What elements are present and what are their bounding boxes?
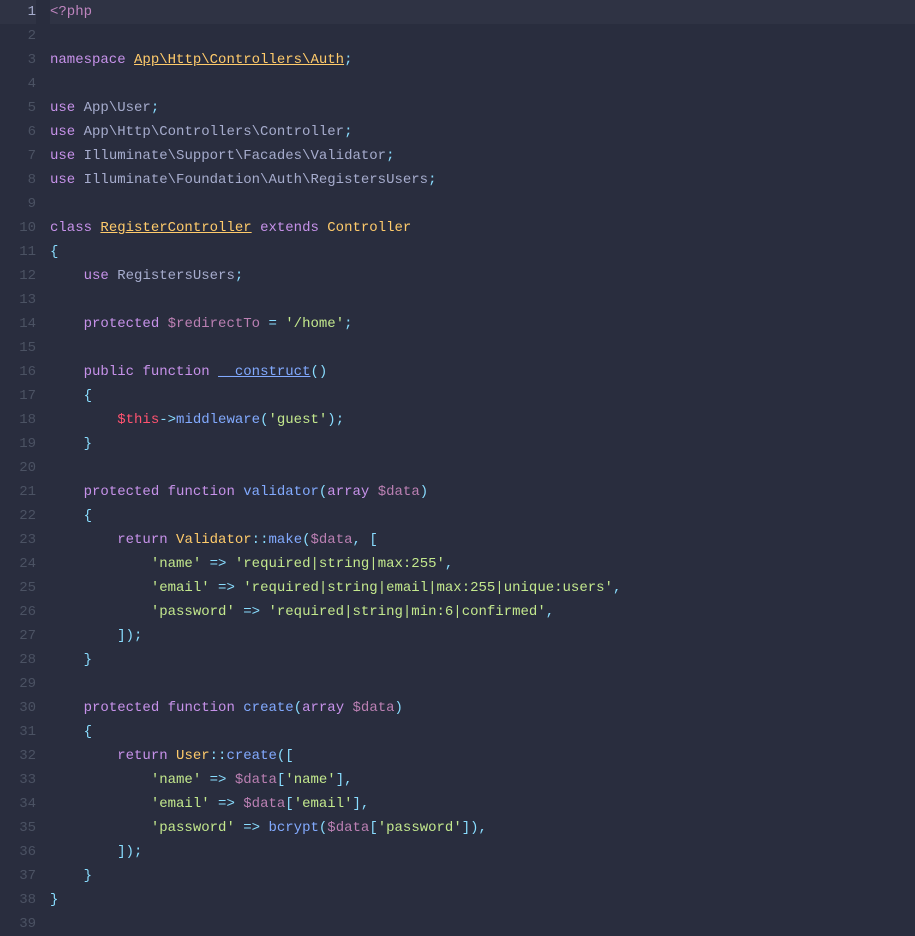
code-line[interactable]: }	[50, 888, 915, 912]
line-number: 17	[0, 384, 36, 408]
line-number: 27	[0, 624, 36, 648]
line-number: 22	[0, 504, 36, 528]
line-number: 21	[0, 480, 36, 504]
code-line[interactable]: use App\User;	[50, 96, 915, 120]
code-line[interactable]	[50, 912, 915, 936]
line-number: 6	[0, 120, 36, 144]
line-number-gutter: 1 2 3 4 5 6 7 8 9 10 11 12 13 14 15 16 1…	[0, 0, 46, 933]
method-construct[interactable]: __construct	[218, 364, 310, 380]
code-line[interactable]: protected function create(array $data)	[50, 696, 915, 720]
code-line[interactable]: class RegisterController extends Control…	[50, 216, 915, 240]
code-line[interactable]: $this->middleware('guest');	[50, 408, 915, 432]
line-number: 36	[0, 840, 36, 864]
code-line[interactable]: }	[50, 648, 915, 672]
line-number: 4	[0, 72, 36, 96]
line-number: 39	[0, 912, 36, 936]
code-line[interactable]: namespace App\Http\Controllers\Auth;	[50, 48, 915, 72]
code-line[interactable]: ]);	[50, 840, 915, 864]
line-number: 29	[0, 672, 36, 696]
code-line[interactable]: use App\Http\Controllers\Controller;	[50, 120, 915, 144]
line-number: 8	[0, 168, 36, 192]
line-number: 23	[0, 528, 36, 552]
code-line[interactable]	[50, 288, 915, 312]
line-number: 9	[0, 192, 36, 216]
line-number: 7	[0, 144, 36, 168]
code-line[interactable]: ]);	[50, 624, 915, 648]
code-editor[interactable]: 1 2 3 4 5 6 7 8 9 10 11 12 13 14 15 16 1…	[0, 0, 915, 933]
code-line[interactable]: {	[50, 384, 915, 408]
code-line[interactable]	[50, 24, 915, 48]
line-number: 19	[0, 432, 36, 456]
token-php-open: <?php	[50, 4, 92, 20]
line-number: 34	[0, 792, 36, 816]
code-line[interactable]: 'password' => bcrypt($data['password']),	[50, 816, 915, 840]
line-number: 31	[0, 720, 36, 744]
line-number: 13	[0, 288, 36, 312]
line-number: 11	[0, 240, 36, 264]
code-line[interactable]: public function __construct()	[50, 360, 915, 384]
code-line[interactable]	[50, 192, 915, 216]
code-line[interactable]: use RegistersUsers;	[50, 264, 915, 288]
line-number: 16	[0, 360, 36, 384]
code-line[interactable]: use Illuminate\Support\Facades\Validator…	[50, 144, 915, 168]
line-number: 5	[0, 96, 36, 120]
line-number: 24	[0, 552, 36, 576]
line-number: 38	[0, 888, 36, 912]
line-number: 3	[0, 48, 36, 72]
line-number: 26	[0, 600, 36, 624]
line-number: 35	[0, 816, 36, 840]
class-name[interactable]: RegisterController	[100, 220, 251, 236]
line-number: 15	[0, 336, 36, 360]
line-number: 2	[0, 24, 36, 48]
code-line[interactable]: protected function validator(array $data…	[50, 480, 915, 504]
code-line[interactable]	[50, 672, 915, 696]
code-line[interactable]	[50, 72, 915, 96]
line-number: 12	[0, 264, 36, 288]
line-number: 33	[0, 768, 36, 792]
code-line[interactable]	[50, 336, 915, 360]
code-line[interactable]: {	[50, 504, 915, 528]
code-area[interactable]: <?php namespace App\Http\Controllers\Aut…	[46, 0, 915, 933]
code-line[interactable]: return Validator::make($data, [	[50, 528, 915, 552]
code-line[interactable]: {	[50, 720, 915, 744]
line-number: 37	[0, 864, 36, 888]
line-number: 20	[0, 456, 36, 480]
line-number: 1	[0, 0, 36, 24]
line-number: 14	[0, 312, 36, 336]
code-line[interactable]: }	[50, 432, 915, 456]
code-line[interactable]	[50, 456, 915, 480]
code-line[interactable]: 'email' => $data['email'],	[50, 792, 915, 816]
code-line[interactable]: 'name' => 'required|string|max:255',	[50, 552, 915, 576]
code-line[interactable]: protected $redirectTo = '/home';	[50, 312, 915, 336]
code-line[interactable]: 'name' => $data['name'],	[50, 768, 915, 792]
code-line[interactable]: <?php	[50, 0, 915, 24]
namespace-link[interactable]: App\Http\Controllers\Auth	[134, 52, 344, 68]
code-line[interactable]: }	[50, 864, 915, 888]
code-line[interactable]: 'password' => 'required|string|min:6|con…	[50, 600, 915, 624]
line-number: 25	[0, 576, 36, 600]
line-number: 32	[0, 744, 36, 768]
line-number: 10	[0, 216, 36, 240]
line-number: 28	[0, 648, 36, 672]
code-line[interactable]: return User::create([	[50, 744, 915, 768]
code-line[interactable]: 'email' => 'required|string|email|max:25…	[50, 576, 915, 600]
line-number: 18	[0, 408, 36, 432]
line-number: 30	[0, 696, 36, 720]
code-line[interactable]: {	[50, 240, 915, 264]
code-line[interactable]: use Illuminate\Foundation\Auth\Registers…	[50, 168, 915, 192]
